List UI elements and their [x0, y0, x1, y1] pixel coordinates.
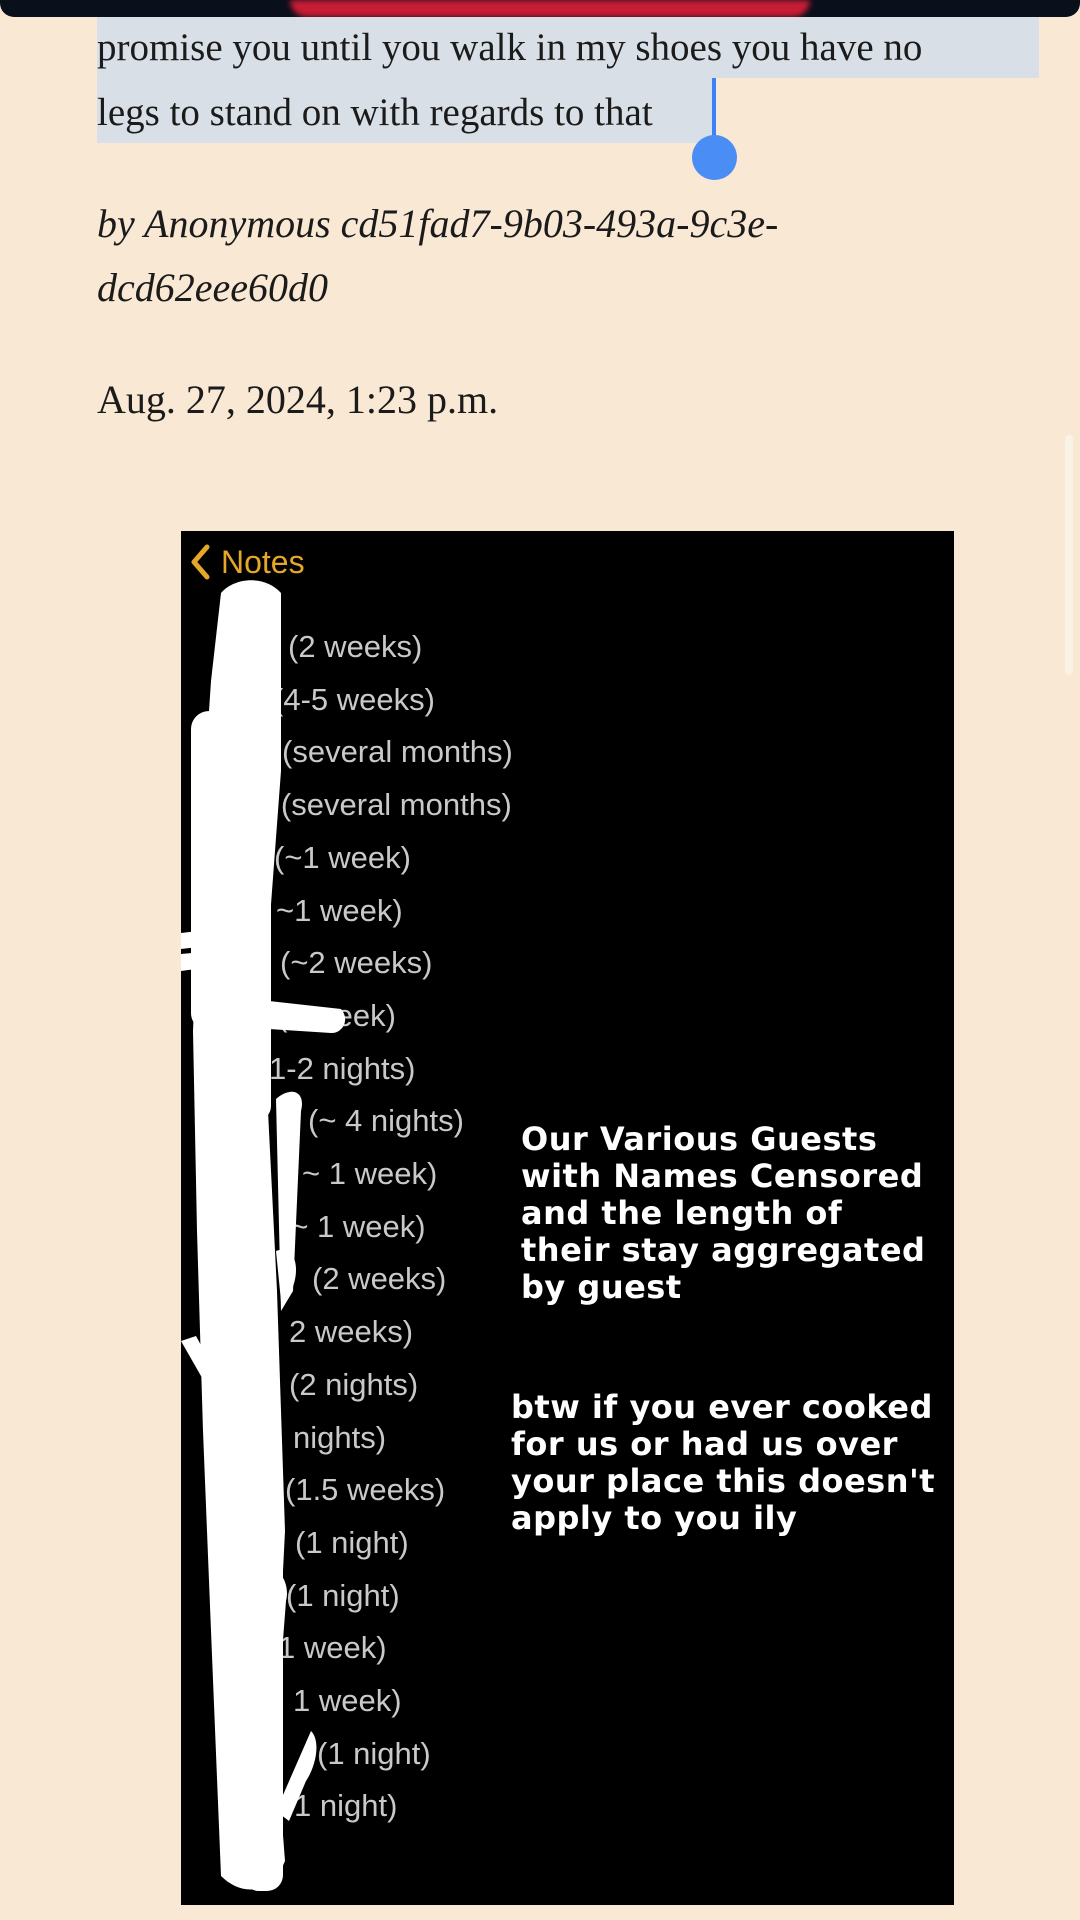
author-byline-continued: dcd62eee60d0: [97, 265, 329, 310]
post-text-line-1[interactable]: promise you until you walk in my shoes y…: [97, 16, 922, 80]
author-byline: by Anonymous cd51fad7-9b03-493a-9c3e-: [97, 201, 779, 246]
embedded-notes-screenshot: Notes (2 weeks) (4-5 weeks) (several month…: [181, 531, 954, 1905]
caption-guests-summary: Our Various Guests with Names Censored a…: [521, 1120, 926, 1306]
selection-handle[interactable]: [692, 135, 737, 180]
top-status-bar: [0, 0, 1080, 17]
scroll-indicator[interactable]: [1065, 435, 1073, 675]
top-bar-highlight: [290, 0, 810, 17]
post-date: Aug. 27, 2024, 1:23 p.m.: [97, 377, 499, 422]
selection-caret: [712, 78, 716, 140]
post-text-line-2[interactable]: legs to stand on with regards to that: [97, 81, 653, 145]
caption-disclaimer: btw if you ever cooked for us or had us …: [511, 1388, 936, 1537]
